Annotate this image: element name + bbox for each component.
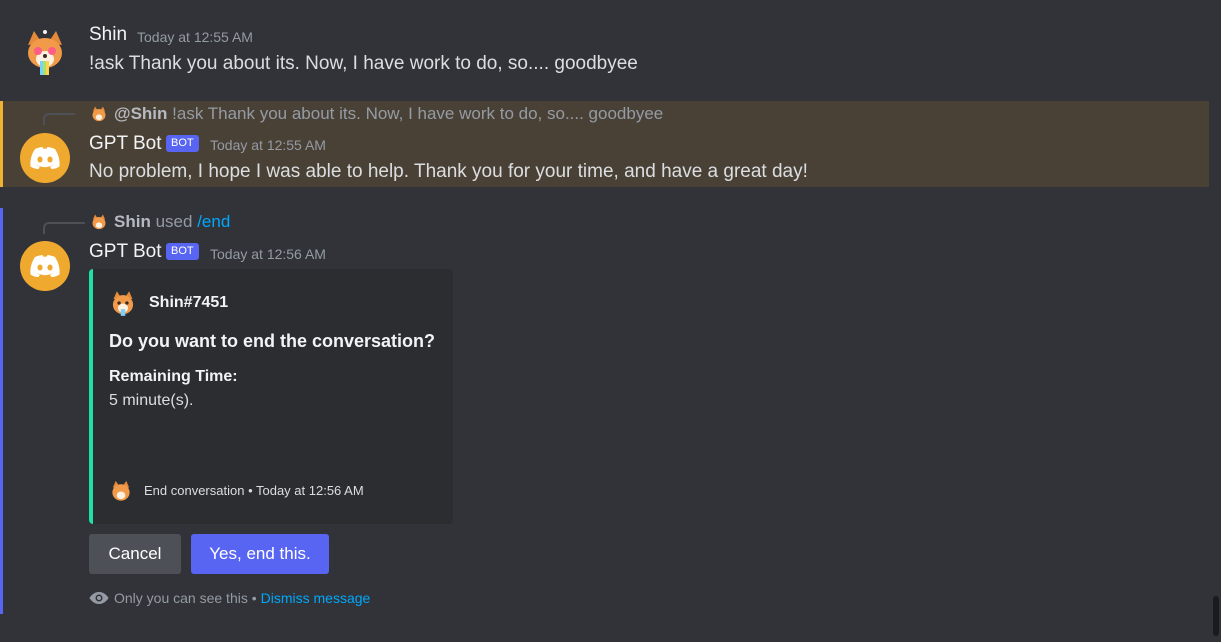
corgi-avatar-icon [90, 213, 108, 231]
dismiss-message-link[interactable]: Dismiss message [261, 590, 371, 606]
scrollbar-thumb[interactable] [1213, 596, 1219, 636]
discord-logo-icon [30, 255, 60, 277]
corgi-avatar-icon [20, 27, 70, 77]
message-text: No problem, I hope I was able to help. T… [89, 161, 808, 182]
bot-avatar[interactable] [20, 133, 70, 183]
reply-mention[interactable]: @Shin [114, 104, 167, 123]
author-name[interactable]: GPT Bot [89, 133, 162, 155]
timestamp: Today at 12:56 AM [210, 246, 326, 262]
bot-badge: BOT [166, 243, 199, 260]
embed-footer-icon [109, 479, 133, 503]
confirm-end-button[interactable]: Yes, end this. [191, 534, 329, 574]
command-name[interactable]: /end [197, 212, 230, 231]
embed-title: Do you want to end the conversation? [109, 331, 436, 351]
timestamp: Today at 12:55 AM [137, 29, 253, 45]
embed-field-value: 5 minute(s). [109, 392, 194, 409]
embed-card: Shin#7451 Do you want to end the convers… [89, 269, 453, 524]
bot-badge: BOT [166, 135, 199, 152]
embed-author: Shin#7451 [149, 294, 229, 311]
ephemeral-notice: Only you can see this • Dismiss message [89, 590, 370, 606]
timestamp: Today at 12:55 AM [210, 137, 326, 153]
corgi-avatar-icon [90, 105, 108, 123]
embed-author-avatar [109, 289, 137, 317]
author-name[interactable]: Shin [89, 24, 127, 46]
ephemeral-text: Only you can see this • [114, 590, 257, 606]
message-user: Shin Today at 12:55 AM !ask Thank you ab… [0, 0, 1209, 95]
author-name[interactable]: GPT Bot [89, 241, 162, 263]
message-bot-reply: @Shin !ask Thank you about its. Now, I h… [0, 101, 1209, 187]
user-avatar[interactable] [20, 27, 70, 77]
reply-connector [43, 113, 75, 125]
eye-icon [89, 592, 109, 604]
discord-logo-icon [30, 147, 60, 169]
corgi-avatar-icon [109, 479, 133, 503]
reply-preview[interactable]: @Shin !ask Thank you about its. Now, I h… [114, 104, 663, 124]
reply-avatar [90, 105, 108, 123]
command-user[interactable]: Shin [114, 212, 151, 231]
embed-field-name: Remaining Time: [109, 368, 238, 385]
reply-connector [43, 222, 85, 234]
message-text: !ask Thank you about its. Now, I have wo… [89, 53, 638, 74]
command-used-label: used [155, 212, 193, 231]
bot-avatar[interactable] [20, 241, 70, 291]
command-user-avatar [90, 213, 108, 231]
corgi-avatar-icon [109, 289, 137, 317]
cancel-button[interactable]: Cancel [89, 534, 181, 574]
embed-footer: End conversation • Today at 12:56 AM [144, 483, 364, 498]
scrollbar[interactable] [1211, 0, 1221, 642]
command-invocation: Shin used /end [114, 212, 230, 232]
reply-snippet: !ask Thank you about its. Now, I have wo… [172, 104, 664, 123]
